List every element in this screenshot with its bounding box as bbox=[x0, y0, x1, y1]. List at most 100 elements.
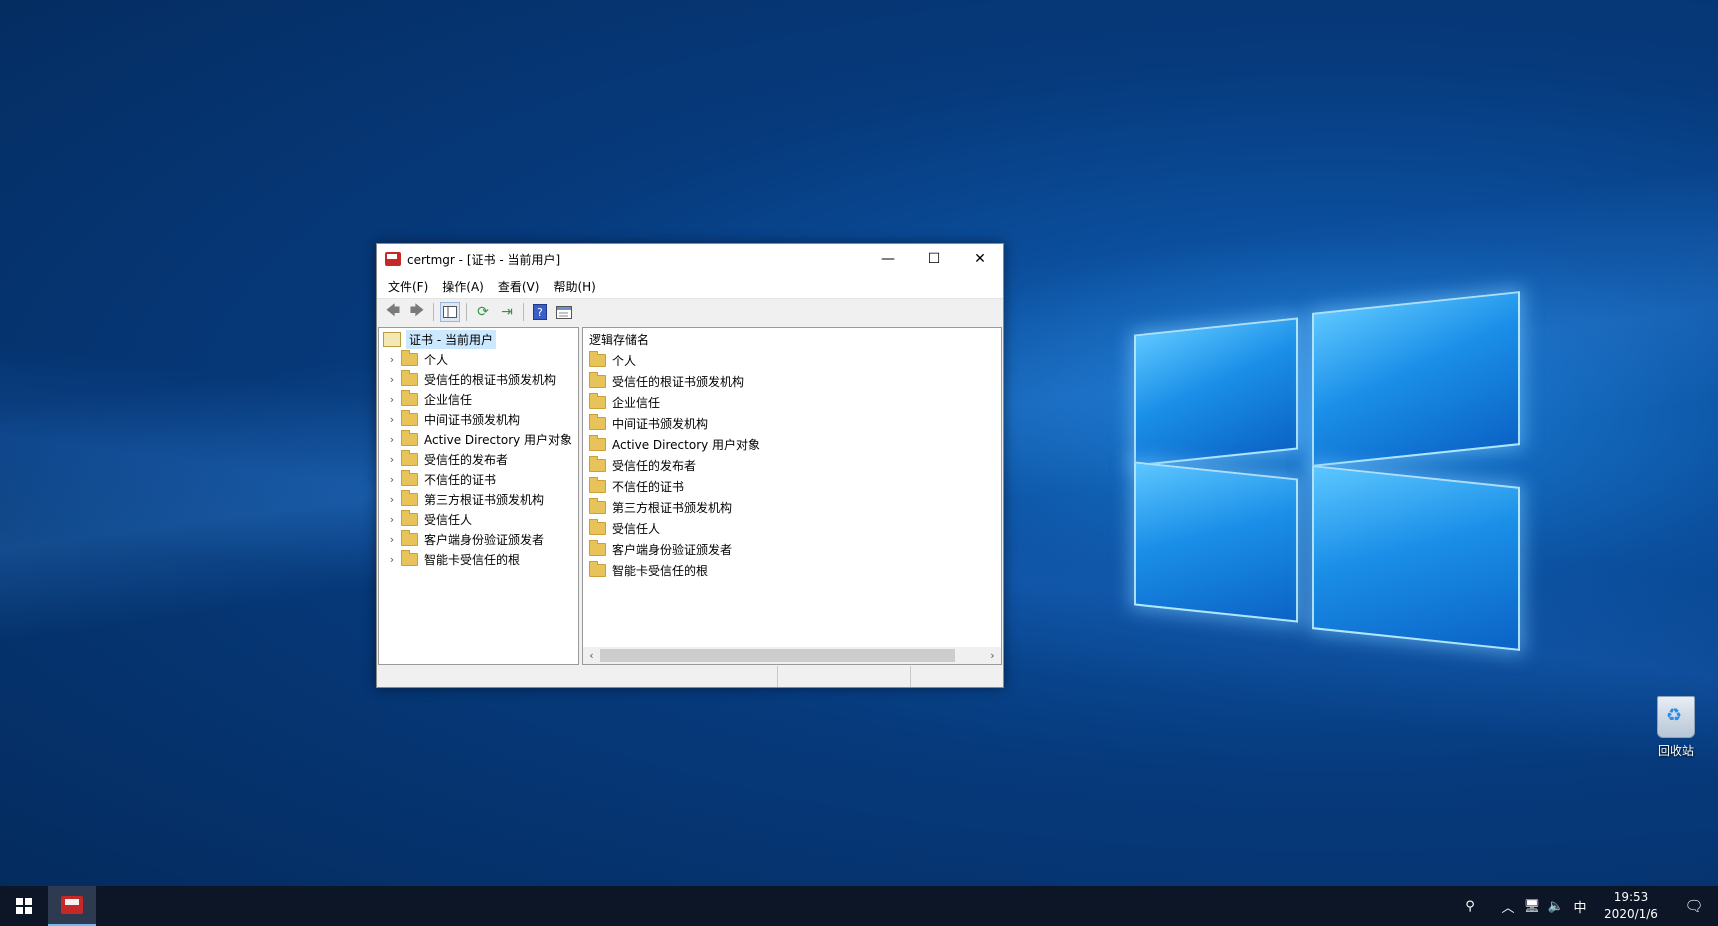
tree-item[interactable]: › 客户端身份验证颁发者 bbox=[379, 529, 578, 549]
tree-item[interactable]: › 企业信任 bbox=[379, 389, 578, 409]
tree-item-label: 客户端身份验证颁发者 bbox=[424, 532, 545, 547]
list-item-label: 第三方根证书颁发机构 bbox=[612, 501, 733, 515]
tree-item[interactable]: › 第三方根证书颁发机构 bbox=[379, 489, 578, 509]
tree-item[interactable]: › 受信任人 bbox=[379, 509, 578, 529]
help-icon[interactable]: ? bbox=[530, 302, 550, 322]
menu-file[interactable]: 文件(F) bbox=[381, 278, 435, 295]
tree-item[interactable]: › 智能卡受信任的根 bbox=[379, 549, 578, 569]
list-item[interactable]: 不信任的证书 bbox=[583, 476, 1001, 497]
refresh-icon[interactable]: ⟳ bbox=[473, 302, 493, 322]
folder-icon bbox=[401, 409, 418, 426]
list-item[interactable]: 中间证书颁发机构 bbox=[583, 413, 1001, 434]
list-item[interactable]: 受信任的根证书颁发机构 bbox=[583, 371, 1001, 392]
menu-help[interactable]: 帮助(H) bbox=[546, 278, 602, 295]
list-pane[interactable]: 逻辑存储名 个人 受信任的根证书颁发机构 企业信任 中间证书颁发机构 Activ… bbox=[582, 327, 1002, 665]
ime-indicator[interactable]: 中 bbox=[1568, 897, 1592, 916]
network-icon[interactable]: 🖥 bbox=[1520, 899, 1544, 914]
folder-icon bbox=[589, 477, 606, 493]
chevron-right-icon[interactable]: › bbox=[383, 413, 401, 426]
list-item[interactable]: 企业信任 bbox=[583, 392, 1001, 413]
tree-item[interactable]: › 受信任的根证书颁发机构 bbox=[379, 369, 578, 389]
tree-item-label: 受信任的发布者 bbox=[424, 452, 509, 467]
list-item[interactable]: 客户端身份验证颁发者 bbox=[583, 539, 1001, 560]
scroll-left-icon[interactable]: ‹ bbox=[583, 649, 600, 662]
chevron-right-icon[interactable]: › bbox=[383, 373, 401, 386]
tree-item[interactable]: › 不信任的证书 bbox=[379, 469, 578, 489]
caption-buttons: — ☐ ✕ bbox=[865, 244, 1003, 274]
start-button[interactable] bbox=[0, 886, 48, 926]
folder-icon bbox=[401, 349, 418, 366]
scrollbar-thumb[interactable] bbox=[600, 649, 955, 662]
clock[interactable]: 19:53 2020/1/6 bbox=[1592, 889, 1670, 923]
folder-icon bbox=[401, 429, 418, 446]
chevron-right-icon[interactable]: › bbox=[383, 453, 401, 466]
folder-icon bbox=[401, 529, 418, 546]
certmgr-app-icon[interactable] bbox=[385, 252, 401, 266]
system-tray: ⚲ ︿ 🖥 🔈 中 19:53 2020/1/6 🗨 bbox=[1458, 886, 1718, 926]
forward-icon[interactable]: 🡆 bbox=[407, 302, 427, 322]
folder-icon bbox=[589, 351, 606, 367]
status-cell bbox=[377, 666, 778, 687]
window-title: certmgr - [证书 - 当前用户] bbox=[407, 252, 561, 267]
list-item[interactable]: 个人 bbox=[583, 350, 1001, 371]
show-hide-tree-icon[interactable] bbox=[440, 302, 460, 322]
menu-action[interactable]: 操作(A) bbox=[435, 278, 491, 295]
list-item[interactable]: 受信任的发布者 bbox=[583, 455, 1001, 476]
folder-icon bbox=[401, 549, 418, 566]
taskbar-certmgr-button[interactable] bbox=[48, 886, 96, 926]
list-item[interactable]: 第三方根证书颁发机构 bbox=[583, 497, 1001, 518]
people-icon[interactable]: ⚲ bbox=[1458, 899, 1482, 914]
tree-item[interactable]: › Active Directory 用户对象 bbox=[379, 429, 578, 449]
tree-item-label: 智能卡受信任的根 bbox=[424, 552, 521, 567]
chevron-right-icon[interactable]: › bbox=[383, 533, 401, 546]
notification-center-icon[interactable]: 🗨 bbox=[1670, 897, 1718, 915]
list-item[interactable]: Active Directory 用户对象 bbox=[583, 434, 1001, 455]
list-item[interactable]: 受信任人 bbox=[583, 518, 1001, 539]
tree-pane[interactable]: 证书 - 当前用户 › 个人 › 受信任的根证书颁发机构 › 企业信任 › 中间证书颁发… bbox=[378, 327, 579, 665]
chevron-up-icon[interactable]: ︿ bbox=[1496, 897, 1520, 916]
close-button[interactable]: ✕ bbox=[957, 244, 1003, 274]
folder-icon bbox=[589, 414, 606, 430]
tree-item-label: 受信任人 bbox=[424, 512, 473, 527]
chevron-right-icon[interactable]: › bbox=[383, 493, 401, 506]
menu-view[interactable]: 查看(V) bbox=[491, 278, 547, 295]
export-list-icon[interactable]: ⇥ bbox=[497, 302, 517, 322]
chevron-right-icon[interactable]: › bbox=[383, 513, 401, 526]
list-item-label: 不信任的证书 bbox=[612, 480, 685, 494]
folder-icon bbox=[401, 509, 418, 526]
chevron-right-icon[interactable]: › bbox=[383, 393, 401, 406]
back-icon[interactable]: 🡄 bbox=[383, 302, 403, 322]
title-bar[interactable]: certmgr - [证书 - 当前用户] — ☐ ✕ bbox=[377, 244, 1003, 274]
minimize-button[interactable]: — bbox=[865, 244, 911, 274]
svg-text:?: ? bbox=[537, 306, 543, 319]
toolbar-separator bbox=[523, 303, 524, 321]
folder-icon bbox=[589, 498, 606, 514]
chevron-right-icon[interactable]: › bbox=[383, 553, 401, 566]
horizontal-scrollbar[interactable]: ‹ › bbox=[583, 647, 1001, 664]
tree-item[interactable]: › 个人 bbox=[379, 349, 578, 369]
tree-root[interactable]: 证书 - 当前用户 bbox=[379, 330, 578, 349]
folder-icon bbox=[589, 456, 606, 472]
chevron-right-icon[interactable]: › bbox=[383, 353, 401, 366]
folder-icon bbox=[589, 393, 606, 409]
menu-bar: 文件(F) 操作(A) 查看(V) 帮助(H) bbox=[377, 274, 1003, 298]
list-item-label: 客户端身份验证颁发者 bbox=[612, 543, 733, 557]
folder-icon bbox=[589, 561, 606, 577]
status-bar bbox=[377, 666, 1003, 687]
list-item-label: 企业信任 bbox=[612, 396, 661, 410]
properties-icon[interactable] bbox=[554, 302, 574, 322]
list-item-label: 智能卡受信任的根 bbox=[612, 564, 709, 578]
tree-item[interactable]: › 受信任的发布者 bbox=[379, 449, 578, 469]
volume-icon[interactable]: 🔈 bbox=[1544, 899, 1568, 914]
tree-item[interactable]: › 中间证书颁发机构 bbox=[379, 409, 578, 429]
column-header[interactable]: 逻辑存储名 bbox=[583, 328, 1001, 350]
chevron-right-icon[interactable]: › bbox=[383, 473, 401, 486]
list-item[interactable]: 智能卡受信任的根 bbox=[583, 560, 1001, 581]
chevron-right-icon[interactable]: › bbox=[383, 433, 401, 446]
folder-icon bbox=[401, 389, 418, 406]
maximize-button[interactable]: ☐ bbox=[911, 244, 957, 274]
recycle-bin-icon[interactable] bbox=[1657, 696, 1695, 738]
scroll-right-icon[interactable]: › bbox=[984, 649, 1001, 662]
list-item-label: Active Directory 用户对象 bbox=[612, 438, 761, 452]
recycle-bin[interactable]: 回收站 bbox=[1640, 696, 1712, 759]
